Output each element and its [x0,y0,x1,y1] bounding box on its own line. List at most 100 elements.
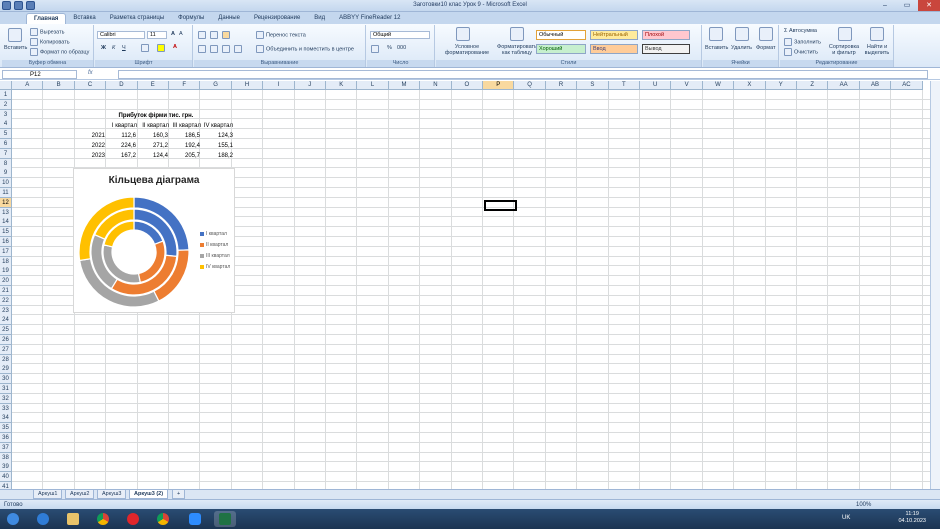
year-cell[interactable]: 2021 [75,131,106,141]
row-header[interactable]: 8 [0,158,12,169]
row-header[interactable]: 13 [0,207,12,218]
align-middle-button[interactable] [210,31,220,39]
worksheet-grid[interactable]: A B C D E F G H I J K L M N O P Q R S T U V W X Y Z AA AB AC 1234567… [0,81,940,489]
row-header[interactable]: 6 [0,139,12,149]
align-center-button[interactable] [210,45,220,53]
name-box[interactable]: P12 [2,70,77,79]
vertical-scrollbar[interactable] [930,81,940,489]
row-header[interactable]: 10 [0,178,12,189]
font-size-combo[interactable]: 11 [147,31,167,39]
style-neutral[interactable]: Нейтральный [590,30,638,40]
sheet-tab-4[interactable]: Аркуш3 (2) [129,490,169,499]
row-header[interactable]: 20 [0,276,12,287]
value-cell[interactable]: 160,3 [138,131,169,141]
grow-font-button[interactable]: A [171,31,175,37]
sort-filter-icon[interactable] [838,27,852,41]
excel-icon[interactable] [214,511,236,527]
column-header[interactable]: D [106,81,138,90]
borders-button[interactable] [141,44,151,52]
format-table-icon[interactable] [510,27,524,41]
row-header[interactable]: 17 [0,246,12,257]
row-header[interactable]: 22 [0,295,12,306]
row-header[interactable]: 25 [0,325,12,336]
column-header[interactable]: U [640,81,672,90]
value-cell[interactable]: 124,4 [138,151,169,161]
column-header[interactable]: AC [891,81,923,90]
header-q2[interactable]: ІІ квартал [138,121,170,131]
row-header[interactable]: 5 [0,129,12,140]
value-cell[interactable]: 271,2 [138,141,169,151]
row-header[interactable]: 4 [0,119,12,130]
paste-icon[interactable] [8,28,22,42]
value-cell[interactable]: 186,5 [170,131,201,141]
row-header[interactable]: 2 [0,99,12,110]
indent-button[interactable] [234,45,244,53]
column-header[interactable]: S [577,81,609,90]
style-output[interactable]: Вывод [642,44,690,54]
tab-review[interactable]: Рецензирование [247,13,307,24]
doughnut-chart[interactable]: Кільцева діаграма І квартал ІІ квартал І… [73,168,235,313]
column-header[interactable]: F [169,81,201,90]
tab-insert[interactable]: Вставка [66,13,102,24]
header-q4[interactable]: ІV квартал [202,121,234,131]
column-header[interactable]: AA [828,81,860,90]
column-header[interactable]: J [294,81,326,90]
tab-abbyy[interactable]: ABBYY FineReader 12 [332,13,407,24]
underline-button[interactable]: Ч [122,45,126,51]
language-indicator[interactable]: UK [842,515,850,521]
row-header[interactable]: 12 [0,197,12,208]
row-header[interactable]: 32 [0,393,12,404]
font-name-combo[interactable]: Calibri [97,31,145,39]
column-header[interactable]: O [451,81,483,90]
format-as-table-button[interactable]: Форматировать как таблицу [494,44,540,56]
column-header[interactable]: I [263,81,295,90]
align-bottom-button[interactable] [222,31,232,39]
row-header[interactable]: 19 [0,266,12,277]
style-bad[interactable]: Плохой [642,30,690,40]
conditional-format-icon[interactable] [456,27,470,41]
row-header[interactable]: 9 [0,168,12,179]
start-button[interactable] [2,511,24,527]
explorer-icon[interactable] [62,511,84,527]
find-select-button[interactable]: Найти и выделить [862,44,892,56]
shrink-font-button[interactable]: A [179,31,183,37]
opera-icon[interactable] [122,511,144,527]
tab-page-layout[interactable]: Разметка страницы [103,13,171,24]
close-button[interactable]: ✕ [918,0,940,11]
fill-button[interactable]: Заполнить [784,38,821,46]
column-header[interactable]: T [608,81,640,90]
row-header[interactable]: 29 [0,364,12,375]
column-header[interactable]: Z [797,81,829,90]
row-header[interactable]: 36 [0,433,12,443]
format-painter-button[interactable]: Формат по образцу [30,48,89,56]
conditional-format-button[interactable]: Условное форматирование [440,44,494,56]
row-header[interactable]: 41 [0,482,12,489]
column-header[interactable]: Q [514,81,546,90]
row-header[interactable]: 3 [0,109,12,120]
tab-view[interactable]: Вид [307,13,332,24]
value-cell[interactable]: 155,1 [202,141,234,151]
row-header[interactable]: 39 [0,462,12,473]
tab-formulas[interactable]: Формулы [171,13,211,24]
copy-button[interactable]: Копировать [30,38,70,46]
row-header[interactable]: 30 [0,374,12,385]
column-header[interactable]: G [200,81,232,90]
delete-cells-icon[interactable] [735,27,749,41]
value-cell[interactable]: 124,3 [202,131,234,141]
align-left-button[interactable] [198,45,208,53]
row-header[interactable]: 1 [0,90,12,100]
column-header[interactable]: W [702,81,735,90]
column-header[interactable]: B [43,81,75,90]
find-select-icon[interactable] [870,27,884,41]
row-header[interactable]: 18 [0,256,12,267]
value-cell[interactable]: 112,6 [106,131,137,141]
merge-center-button[interactable]: Объединить и поместить в центре [256,45,354,53]
autosum-button[interactable]: Σ Автосумма [784,28,817,34]
row-header[interactable]: 37 [0,442,12,453]
column-header[interactable]: A [12,81,44,90]
bold-button[interactable]: Ж [101,45,106,51]
column-header[interactable]: C [74,81,107,90]
style-input[interactable]: Ввод [590,44,638,54]
insert-cells-icon[interactable] [709,27,723,41]
fill-color-button[interactable] [157,44,167,52]
